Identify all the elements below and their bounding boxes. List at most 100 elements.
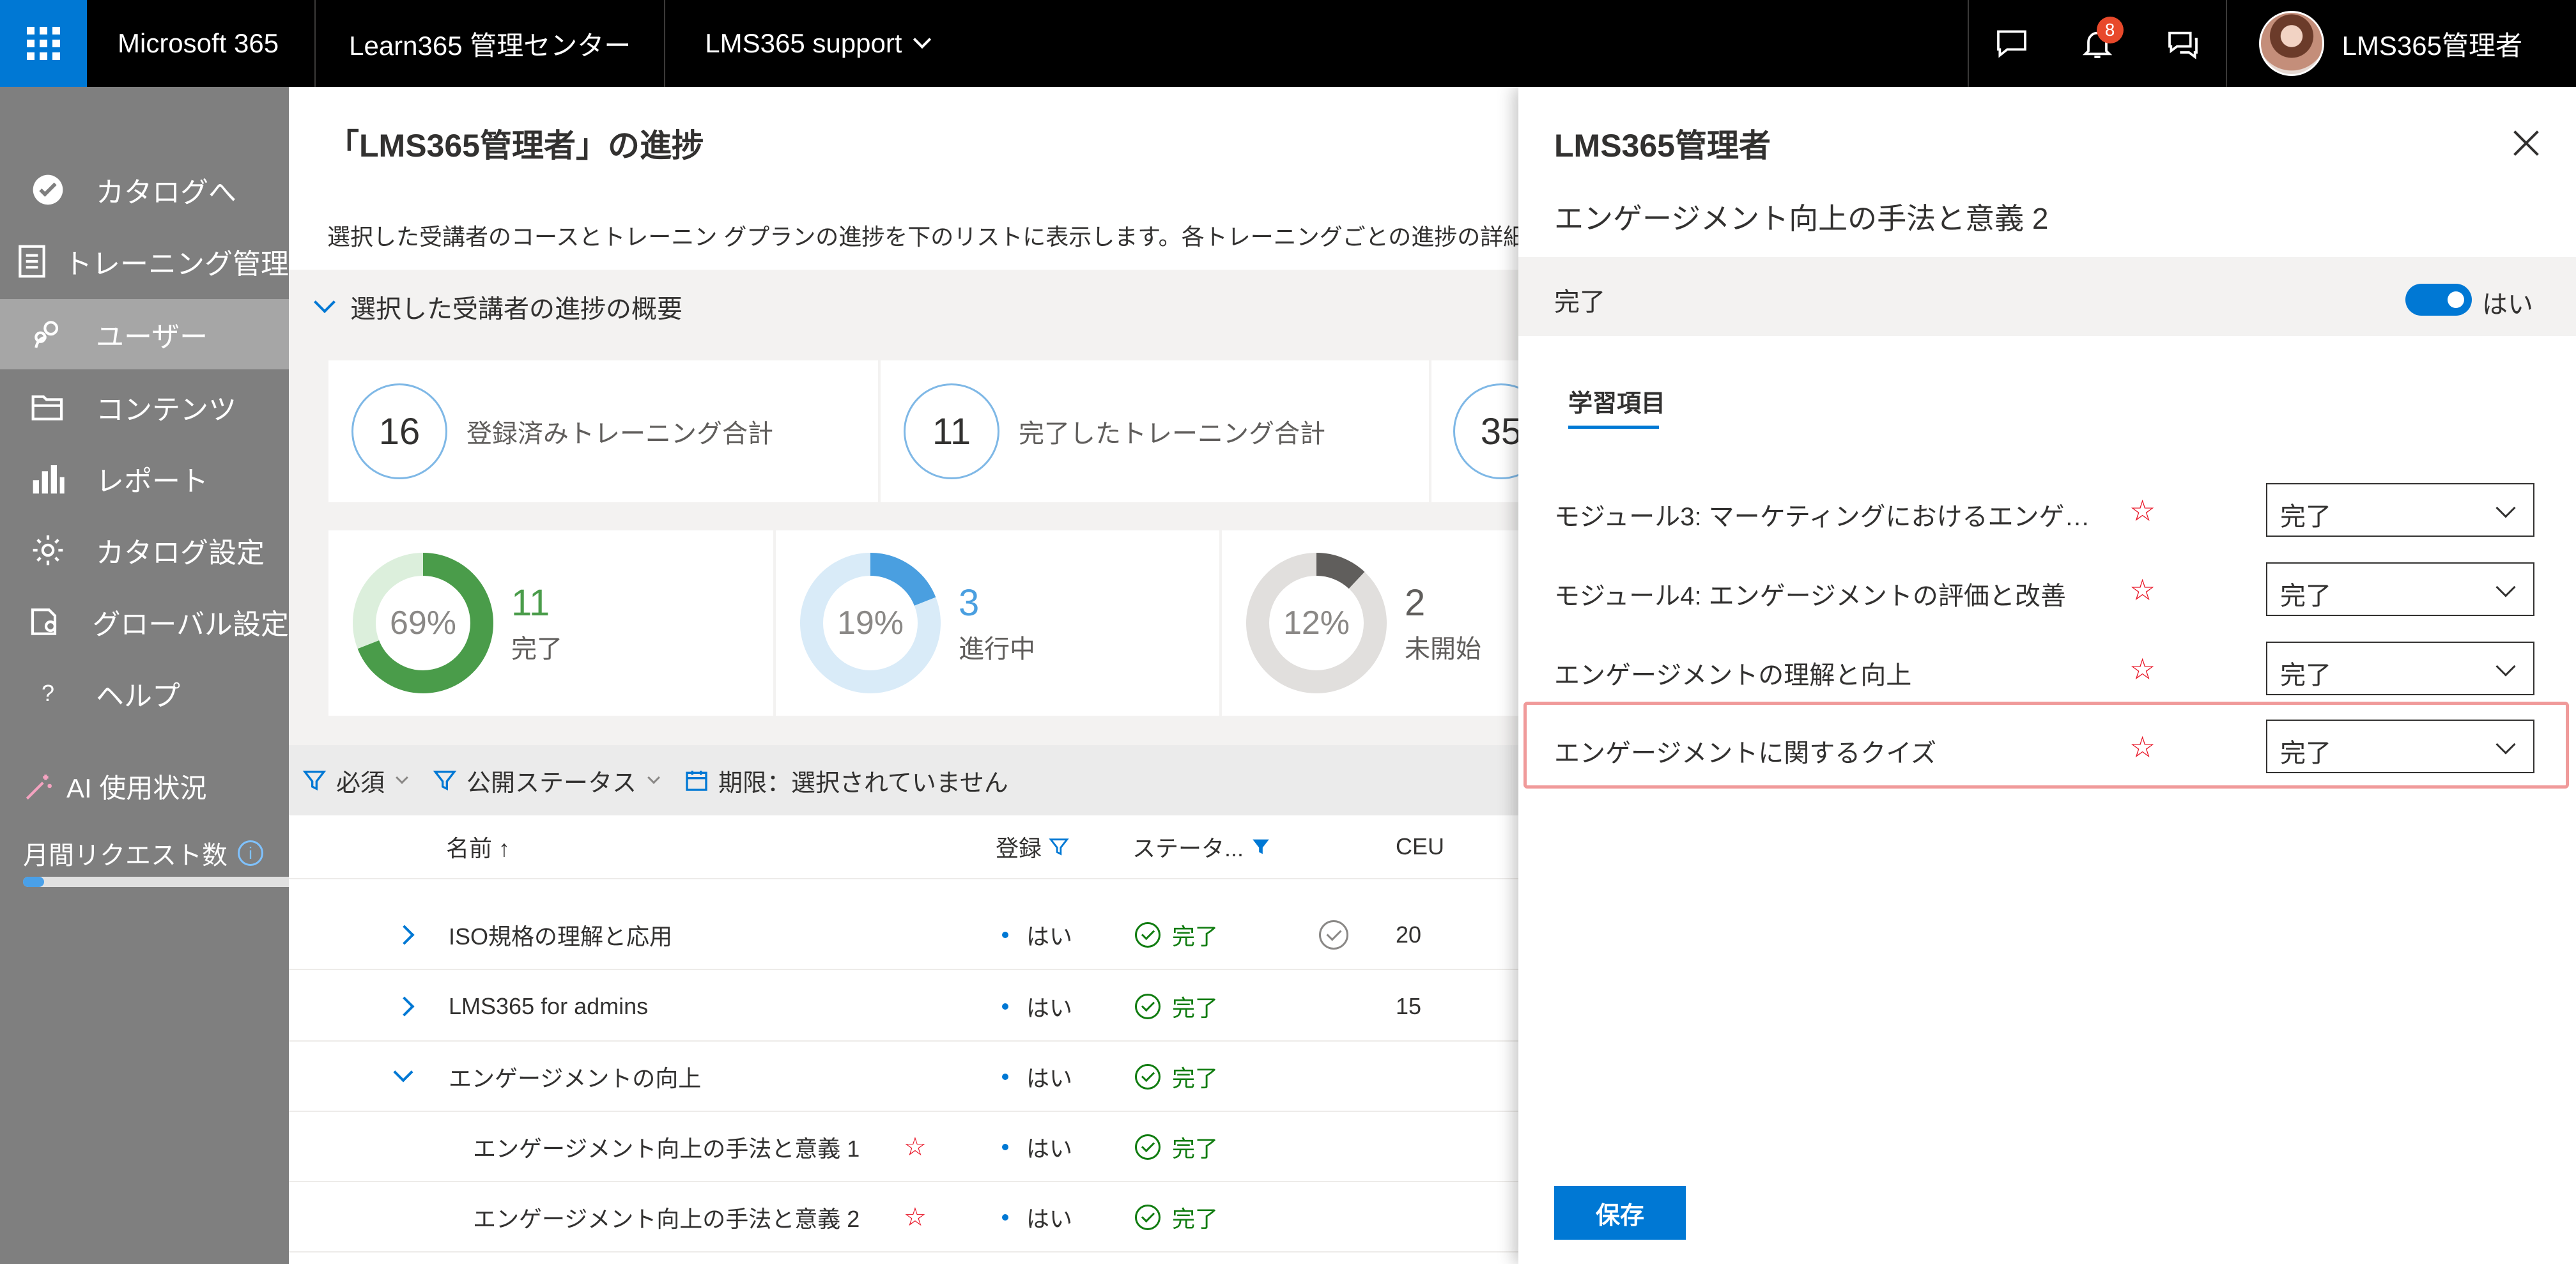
nav-item-catalog-settings[interactable]: カタログ設定	[0, 515, 289, 585]
check-circle-icon	[1135, 1064, 1161, 1090]
star-icon: ☆	[904, 1133, 927, 1161]
row-enroll: はい	[1026, 1136, 1073, 1162]
filter-publish-status[interactable]: 公開ステータス	[432, 763, 660, 798]
summary-header-label: 選択した受講者の進捗の概要	[350, 295, 683, 323]
star-icon: ☆	[2129, 494, 2156, 527]
donut-label: 完了	[511, 635, 562, 663]
nav-item-label: グローバル設定	[92, 609, 289, 640]
nav-item-users[interactable]: ユーザー	[0, 299, 289, 369]
notifications-button[interactable]: 8	[2055, 0, 2140, 87]
nav-item-label: コンテンツ	[96, 394, 236, 426]
brand-link[interactable]: Microsoft 365	[87, 0, 316, 87]
donut-count: 3	[959, 582, 980, 624]
tab-underline	[1568, 426, 1659, 429]
nav-item-catalog[interactable]: カタログへ	[0, 155, 289, 225]
notification-badge: 8	[2096, 17, 2124, 43]
donut-label: 進行中	[959, 635, 1035, 663]
row-name: エンゲージメント向上の手法と意義 1	[473, 1136, 860, 1162]
status-dropdown[interactable]: 完了	[2266, 562, 2534, 616]
nav-item-global-settings[interactable]: グローバル設定	[0, 587, 289, 657]
table-row[interactable]: エンゲージメント向上の手法と意義 2 ☆ はい 完了	[289, 1182, 1518, 1252]
app-launcher-button[interactable]	[0, 0, 87, 87]
table-row[interactable]: エンゲージメントの向上 はい 完了	[289, 1042, 1518, 1112]
panel-subtitle: エンゲージメント向上の手法と意義 2	[1554, 202, 2049, 235]
chevron-down-icon	[396, 771, 408, 784]
toggle-label: はい	[2482, 291, 2533, 319]
filter-label: 必須	[336, 769, 385, 797]
document-icon	[19, 245, 45, 278]
status-dropdown[interactable]: 完了	[2266, 720, 2534, 773]
app-title-link[interactable]: Learn365 管理センター	[316, 0, 666, 87]
status-dropdown[interactable]: 完了	[2266, 483, 2534, 537]
row-enroll: はい	[1026, 923, 1073, 950]
folder-icon	[31, 395, 63, 420]
user-menu[interactable]: LMS365管理者	[2227, 0, 2576, 87]
filter-label: 公開ステータス	[467, 769, 637, 797]
nav-item-content[interactable]: コンテンツ	[0, 372, 289, 442]
column-enroll[interactable]: 登録	[996, 830, 1070, 863]
column-name[interactable]: 名前 ↑	[446, 830, 510, 863]
info-icon[interactable]: i	[238, 840, 263, 866]
learning-item-label: モジュール3: マーケティングにおけるエンゲージメ...	[1554, 503, 2104, 531]
learning-item-label: エンゲージメントの理解と向上	[1554, 661, 1912, 690]
row-name: エンゲージメント向上の手法と意義 2	[473, 1206, 860, 1232]
chevron-right-icon[interactable]	[394, 925, 415, 945]
save-button[interactable]: 保存	[1554, 1186, 1686, 1240]
dropdown-value: 完了	[2280, 739, 2331, 767]
filter-bar: 必須 公開ステータス 期限：選択されていません	[289, 745, 1518, 815]
table-row[interactable]: ISO規格の理解と応用 はい 完了 20	[289, 900, 1518, 970]
nav-item-label: カタログ設定	[96, 537, 265, 569]
column-status[interactable]: ステータ...	[1132, 830, 1272, 863]
row-status: 完了	[1172, 1206, 1219, 1232]
chevron-down-icon[interactable]	[393, 1062, 413, 1083]
calendar-icon	[686, 771, 707, 791]
completion-label: 完了	[1554, 288, 1605, 316]
close-icon[interactable]	[2512, 129, 2540, 157]
chevron-right-icon[interactable]	[394, 996, 415, 1017]
tenant-dropdown[interactable]: LMS365 support	[665, 0, 968, 87]
monthly-requests-progress	[23, 877, 289, 887]
conversation-icon	[2168, 31, 2198, 59]
user-name: LMS365管理者	[2341, 30, 2522, 61]
status-dropdown[interactable]: 完了	[2266, 642, 2534, 695]
dropdown-value: 完了	[2280, 661, 2331, 690]
nav-item-training[interactable]: トレーニング管理	[0, 226, 289, 297]
tab-learning-items[interactable]: 学習項目	[1568, 383, 1665, 419]
question-icon: ?	[41, 680, 55, 706]
chevron-down-icon	[913, 30, 932, 49]
row-enroll: はい	[1026, 995, 1073, 1021]
row-ceu: 20	[1396, 921, 1422, 948]
nav-item-label: カタログへ	[96, 177, 236, 208]
filter-required[interactable]: 必須	[302, 763, 408, 798]
row-enroll: はい	[1026, 1065, 1073, 1091]
progress-fill	[23, 877, 45, 887]
donut-label: 未開始	[1405, 635, 1481, 663]
column-ceu[interactable]: CEU	[1396, 833, 1444, 860]
nav-item-help[interactable]: ? ヘルプ	[0, 658, 289, 728]
summary-toggle[interactable]: 選択した受講者の進捗の概要	[289, 270, 1518, 344]
stat-value: 35	[1453, 383, 1518, 479]
feedback-button[interactable]	[1969, 0, 2055, 87]
filter-deadline[interactable]: 期限：選択されていません	[684, 763, 1008, 798]
donut-count: 2	[1405, 582, 1426, 624]
people-icon	[35, 321, 59, 348]
filter-icon	[302, 771, 327, 791]
donut-not-started: 12% 2 未開始	[1222, 530, 1518, 716]
dropdown-value: 完了	[2280, 582, 2331, 610]
donut-in-progress: 19% 3 進行中	[776, 530, 1219, 716]
table-row[interactable]: LMS365 for admins はい 完了 15	[289, 971, 1518, 1042]
donut-completed: 69% 11 完了	[328, 530, 773, 716]
nav-item-reports[interactable]: レポート	[0, 443, 289, 514]
panel-title: LMS365管理者	[1554, 128, 1771, 164]
table-row[interactable]: エンゲージメント向上の手法と意義 1 ☆ はい 完了	[289, 1112, 1518, 1182]
stat-enrolled: 16 登録済みトレーニング合計	[328, 360, 878, 502]
completion-toggle[interactable]	[2405, 284, 2472, 316]
stat-completed: 11 完了したトレーニング合計	[881, 360, 1429, 502]
row-name: エンゲージメントの向上	[449, 1065, 702, 1091]
row-status: 完了	[1172, 1136, 1219, 1162]
top-bar: Microsoft 365 Learn365 管理センター LMS365 sup…	[0, 0, 2576, 87]
learning-item-row: エンゲージメントに関するクイズ ☆ 完了	[1518, 717, 2576, 781]
teams-chat-button[interactable]	[2140, 0, 2226, 87]
waffle-icon	[27, 27, 60, 60]
page-description: 選択した受講者のコースとトレーニン グプランの進捗を下のリストに表示します。各ト…	[327, 224, 1527, 250]
